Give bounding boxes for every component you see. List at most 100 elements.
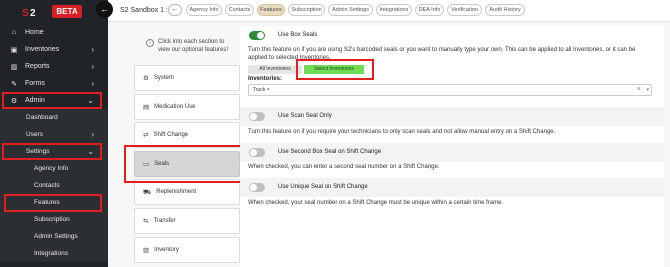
unique-seal-desc: When checked, your seal number on a Shif… bbox=[248, 200, 504, 206]
sidebar-item-admin[interactable]: ⚙ Admin ⌄ bbox=[0, 92, 108, 109]
sidebar-item-subscription[interactable]: Subscription bbox=[0, 211, 108, 228]
second-box-toggle[interactable] bbox=[249, 148, 265, 157]
transfer-icon: ⇆ bbox=[143, 218, 149, 225]
sidebar: S 2 BETA ⌂ Home ▣ Inventories › ▥ Report… bbox=[0, 0, 108, 267]
sidebar-item-label: Subscription bbox=[34, 216, 70, 223]
inventories-label: Inventories: bbox=[248, 76, 283, 82]
svg-text:2: 2 bbox=[30, 8, 36, 18]
arrow-left-icon: ← bbox=[100, 4, 109, 14]
back-button[interactable]: ← bbox=[168, 4, 182, 16]
sidebar-collapse-button[interactable]: ← bbox=[96, 1, 113, 18]
unique-seal-title: Use Unique Seal on Shift Change bbox=[278, 184, 368, 190]
feature-label: Medication Use bbox=[154, 104, 196, 110]
gear-icon: ⚙ bbox=[10, 97, 18, 105]
sidebar-item-inventories[interactable]: ▣ Inventories › bbox=[0, 41, 108, 58]
inventory-chip-label: Truck bbox=[253, 87, 266, 93]
chevron-right-icon: › bbox=[91, 62, 94, 71]
scan-only-toggle[interactable] bbox=[249, 112, 265, 121]
tab-admin-settings[interactable]: Admin Settings bbox=[328, 4, 373, 16]
inventory-chip: Truck × bbox=[253, 87, 270, 93]
arrow-left-icon: ← bbox=[171, 6, 179, 13]
sidebar-item-label: Agency Info bbox=[34, 165, 69, 172]
feature-label: Seals bbox=[154, 161, 170, 167]
tab-dea-info[interactable]: DEA Info bbox=[415, 4, 444, 16]
sidebar-item-label: Dashboard bbox=[26, 114, 58, 121]
seal-icon: ▭ bbox=[143, 161, 150, 168]
sidebar-item-label: Admin Settings bbox=[34, 233, 78, 240]
reports-icon: ▥ bbox=[10, 63, 18, 71]
sidebar-item-agency-info[interactable]: Agency Info bbox=[0, 160, 108, 177]
sidebar-item-label: Features bbox=[34, 199, 60, 206]
inventories-select[interactable]: Truck × × ▾ bbox=[248, 84, 652, 96]
sidebar-item-dashboard[interactable]: Dashboard bbox=[0, 109, 108, 126]
feature-label: Replenishment bbox=[156, 189, 197, 195]
select-inventories-option[interactable]: Select Inventories bbox=[304, 65, 364, 74]
sidebar-item-settings[interactable]: Settings ⌄ bbox=[0, 143, 108, 160]
medkit-icon: ▤ bbox=[143, 104, 150, 111]
feature-label: Inventory bbox=[154, 247, 179, 253]
breadcrumb: S2 Sandbox 1 : bbox=[120, 7, 168, 14]
chevron-right-icon: › bbox=[91, 79, 94, 88]
tab-subscription[interactable]: Subscription bbox=[288, 4, 325, 16]
inventory-icon: ▥ bbox=[143, 247, 150, 254]
sidebar-item-admin-settings[interactable]: Admin Settings bbox=[0, 228, 108, 245]
sidebar-item-label: Settings bbox=[26, 148, 50, 155]
scan-only-desc: Turn this feature on if you require your… bbox=[248, 129, 556, 135]
sidebar-item-label: Reports bbox=[25, 63, 50, 70]
tab-contacts[interactable]: Contacts bbox=[225, 4, 254, 16]
second-box-title: Use Second Box Seal on Shift Change bbox=[278, 149, 382, 155]
top-bar: S2 Sandbox 1 : ← Agency Info Contacts Fe… bbox=[108, 0, 670, 22]
tab-verification[interactable]: Verification bbox=[447, 4, 482, 16]
tab-integrations[interactable]: Integrations bbox=[376, 4, 412, 16]
sidebar-item-label: Inventories bbox=[25, 46, 60, 53]
swap-icon: ⇄ bbox=[143, 132, 149, 139]
chevron-right-icon: › bbox=[91, 45, 94, 54]
forms-icon: ✎ bbox=[11, 80, 17, 88]
chevron-down-icon[interactable]: ▾ bbox=[646, 87, 649, 93]
feature-medication-use[interactable]: ▤ Medication Use bbox=[134, 94, 240, 120]
chevron-right-icon: › bbox=[91, 130, 94, 139]
gear-icon: ⚙ bbox=[143, 75, 149, 82]
sidebar-item-label: Admin bbox=[25, 97, 45, 104]
feature-inventory[interactable]: ▥ Inventory bbox=[134, 237, 240, 263]
home-icon: ⌂ bbox=[11, 29, 17, 36]
sidebar-item-label: Home bbox=[25, 29, 44, 36]
feature-label: Transfer bbox=[153, 218, 176, 224]
truck-icon: ⛟ bbox=[143, 188, 152, 196]
sidebar-item-users[interactable]: Users › bbox=[0, 126, 108, 143]
tab-features[interactable]: Features bbox=[257, 4, 285, 16]
clear-icon[interactable]: × bbox=[637, 86, 641, 93]
feature-label: Shift Change bbox=[153, 132, 189, 138]
sidebar-item-features[interactable]: Features bbox=[0, 194, 108, 211]
feature-seals[interactable]: ▭ Seals bbox=[134, 151, 240, 177]
sidebar-item-reports[interactable]: ▥ Reports › bbox=[0, 58, 108, 75]
all-inventories-option[interactable]: All Inventories bbox=[248, 65, 302, 74]
box-seals-title: Use Box Seals bbox=[278, 32, 318, 38]
tab-audit-history[interactable]: Audit History bbox=[485, 4, 525, 16]
sidebar-item-forms[interactable]: ✎ Forms › bbox=[0, 75, 108, 92]
box-seals-toggle[interactable] bbox=[249, 31, 265, 40]
tab-agency-info[interactable]: Agency Info bbox=[186, 4, 222, 16]
sidebar-item-integrations[interactable]: Integrations bbox=[0, 245, 108, 262]
second-box-desc: When checked, you can enter a second sea… bbox=[248, 164, 440, 170]
sidebar-item-label: Integrations bbox=[34, 250, 68, 257]
chevron-down-icon: ⌄ bbox=[87, 147, 94, 156]
beta-badge: BETA bbox=[52, 5, 82, 18]
features-hint-text: Click into each section to view our opti… bbox=[158, 39, 229, 53]
info-icon: i bbox=[146, 39, 154, 47]
sidebar-item-label: Forms bbox=[25, 80, 45, 87]
sidebar-item-label: Users bbox=[26, 131, 43, 138]
svg-text:S: S bbox=[22, 8, 29, 18]
features-hint: i Click into each section to view our op… bbox=[134, 31, 240, 57]
unique-seal-toggle[interactable] bbox=[249, 183, 265, 192]
sidebar-item-contacts[interactable]: Contacts bbox=[0, 177, 108, 194]
chevron-down-icon: ⌄ bbox=[87, 96, 94, 105]
inventory-icon: ▣ bbox=[10, 46, 18, 54]
feature-system[interactable]: ⚙ System bbox=[134, 65, 240, 91]
box-seals-desc: Turn this feature on if you are using S2… bbox=[248, 47, 636, 61]
sidebar-item-home[interactable]: ⌂ Home bbox=[0, 24, 108, 41]
feature-replenishment[interactable]: ⛟ Replenishment bbox=[134, 179, 240, 205]
feature-shift-change[interactable]: ⇄ Shift Change bbox=[134, 122, 240, 148]
scan-only-title: Use Scan Seal Only bbox=[278, 113, 332, 119]
feature-transfer[interactable]: ⇆ Transfer bbox=[134, 208, 240, 234]
